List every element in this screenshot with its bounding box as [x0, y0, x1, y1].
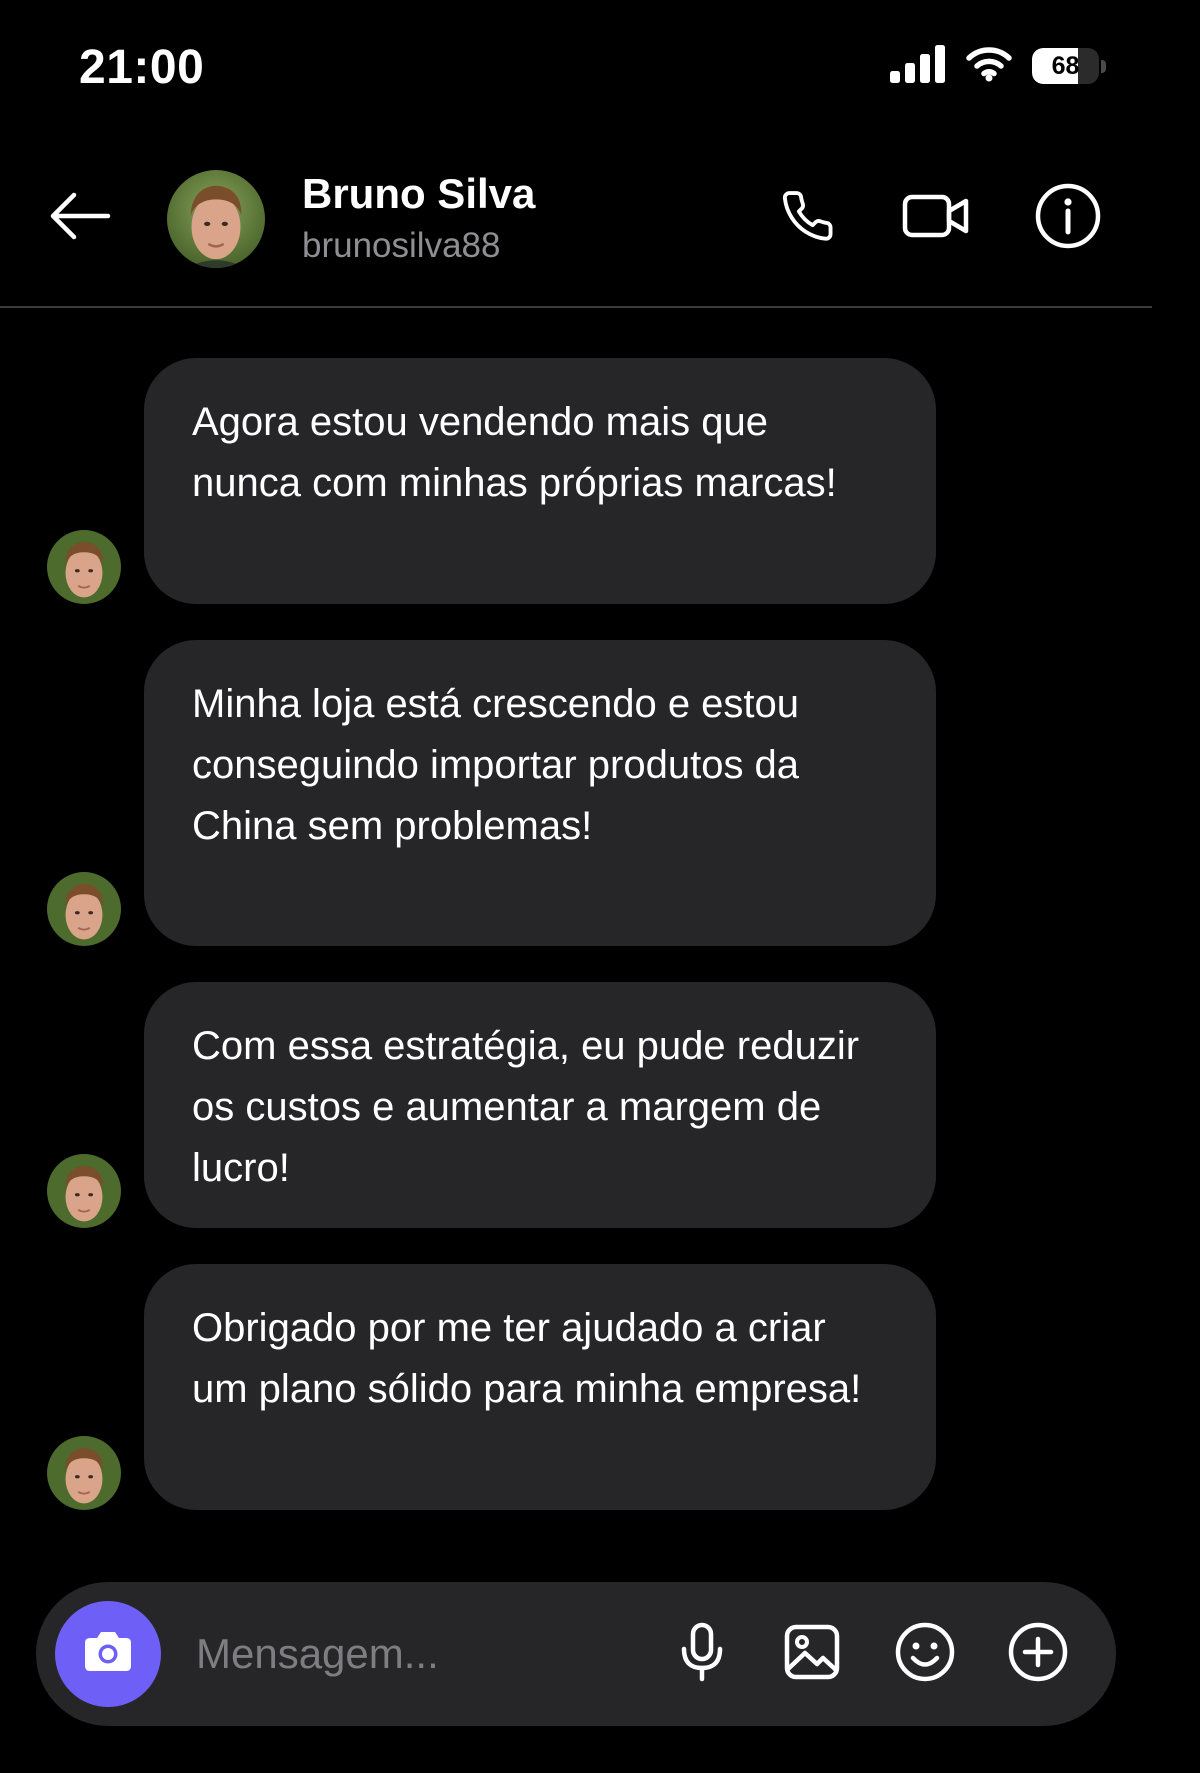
emoji-icon	[894, 1621, 956, 1688]
dm-screen: 21:00 68 Bruno Silva brunosilva88 Agora …	[0, 0, 1152, 1773]
battery-level: 68	[1051, 51, 1080, 80]
message-composer	[36, 1582, 1116, 1726]
info-button[interactable]	[1030, 182, 1106, 254]
profile-photo	[167, 170, 265, 268]
status-time: 21:00	[79, 41, 205, 94]
status-icons: 68	[890, 44, 1106, 88]
gallery-button[interactable]	[776, 1618, 848, 1690]
video-call-button[interactable]	[896, 182, 976, 254]
sender-avatar[interactable]	[47, 1436, 121, 1510]
avatar[interactable]	[167, 170, 265, 268]
wifi-icon	[966, 46, 1012, 87]
voice-call-button[interactable]	[774, 182, 846, 254]
message-text: Obrigado por me ter ajudado a criar um p…	[192, 1306, 862, 1411]
message-text: Agora estou vendendo mais que nunca com …	[192, 400, 837, 505]
info-icon	[1034, 182, 1102, 255]
plus-circle-icon	[1007, 1621, 1069, 1688]
camera-icon	[81, 1630, 135, 1679]
back-arrow-icon	[48, 191, 112, 246]
microphone-icon	[679, 1622, 725, 1687]
status-bar: 21:00 68	[0, 0, 1152, 130]
contact-name[interactable]: Bruno Silva	[302, 170, 535, 218]
message-bubble[interactable]: Minha loja está crescendo e estou conseg…	[144, 640, 936, 946]
message-bubble[interactable]: Obrigado por me ter ajudado a criar um p…	[144, 1264, 936, 1510]
phone-icon	[781, 187, 839, 250]
video-camera-icon	[902, 192, 970, 245]
sender-avatar[interactable]	[47, 872, 121, 946]
message-text: Minha loja está crescendo e estou conseg…	[192, 682, 800, 848]
more-options-button[interactable]	[1002, 1618, 1074, 1690]
battery-icon: 68	[1032, 47, 1106, 85]
sender-avatar[interactable]	[47, 530, 121, 604]
message-bubble[interactable]: Com essa estratégia, eu pude reduzir os …	[144, 982, 936, 1228]
chat-header: Bruno Silva brunosilva88	[0, 130, 1152, 308]
cellular-signal-icon	[890, 44, 946, 88]
sticker-button[interactable]	[889, 1618, 961, 1690]
image-icon	[783, 1623, 841, 1686]
message-input[interactable]	[196, 1622, 666, 1686]
contact-username[interactable]: brunosilva88	[302, 226, 500, 266]
sender-avatar[interactable]	[47, 1154, 121, 1228]
message-bubble[interactable]: Agora estou vendendo mais que nunca com …	[144, 358, 936, 604]
back-button[interactable]	[44, 188, 116, 248]
message-text: Com essa estratégia, eu pude reduzir os …	[192, 1024, 860, 1190]
camera-button[interactable]	[55, 1601, 161, 1707]
voice-message-button[interactable]	[666, 1618, 738, 1690]
